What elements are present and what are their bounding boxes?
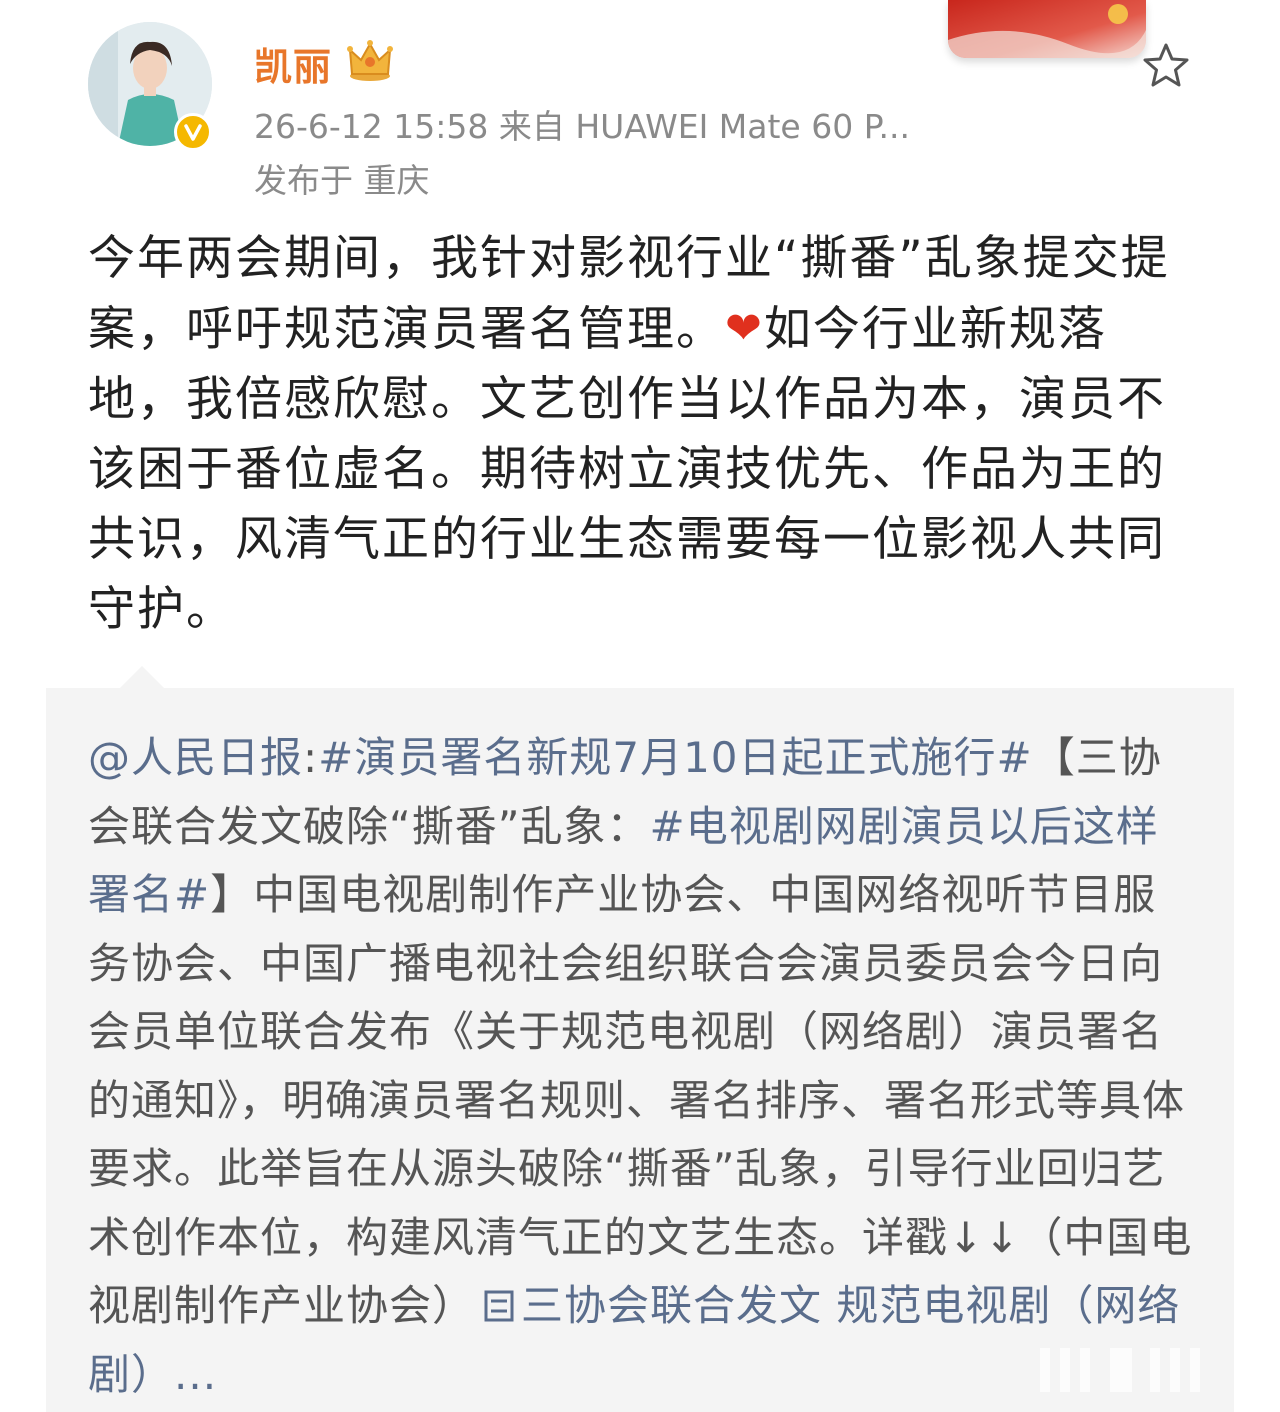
repost-colon: : bbox=[303, 733, 319, 782]
corner-card-image bbox=[948, 0, 1146, 58]
post-body: 今年两会期间，我针对影视行业“撕番”乱象提交提案，呼吁规范演员署名管理。❤如今行… bbox=[88, 224, 1198, 645]
topic-link-1[interactable]: #演员署名新规7月10日起正式施行# bbox=[318, 733, 1033, 782]
post-time-source: 26-6-12 15:58 来自 HUAWEI Mate 60 P... bbox=[254, 107, 910, 146]
verified-badge-icon bbox=[174, 113, 212, 151]
repost-close-bracket: 】 bbox=[210, 870, 254, 919]
repost-notch bbox=[118, 666, 166, 690]
post-header: 凯丽 26-6-12 15:58 来自 HUAWEI Mate 60 P... … bbox=[0, 0, 1280, 215]
repost-body: 中国电视剧制作产业协会、中国网络视听节目服务协会、中国广播电视社会组织联合会演员… bbox=[88, 870, 1193, 1330]
web-link-icon bbox=[475, 1281, 521, 1330]
repost-author-link[interactable]: @人民日报 bbox=[88, 733, 303, 782]
watermark-bars bbox=[1000, 1340, 1260, 1400]
repost-content: @人民日报:#演员署名新规7月10日起正式施行#【三协会联合发文破除“撕番”乱象… bbox=[88, 724, 1198, 1409]
post-location: 发布于 重庆 bbox=[254, 161, 430, 200]
favorite-star-icon[interactable] bbox=[1140, 40, 1192, 92]
heart-emoji-icon: ❤ bbox=[725, 303, 764, 354]
username[interactable]: 凯丽 bbox=[254, 36, 332, 91]
crown-icon bbox=[346, 38, 394, 82]
